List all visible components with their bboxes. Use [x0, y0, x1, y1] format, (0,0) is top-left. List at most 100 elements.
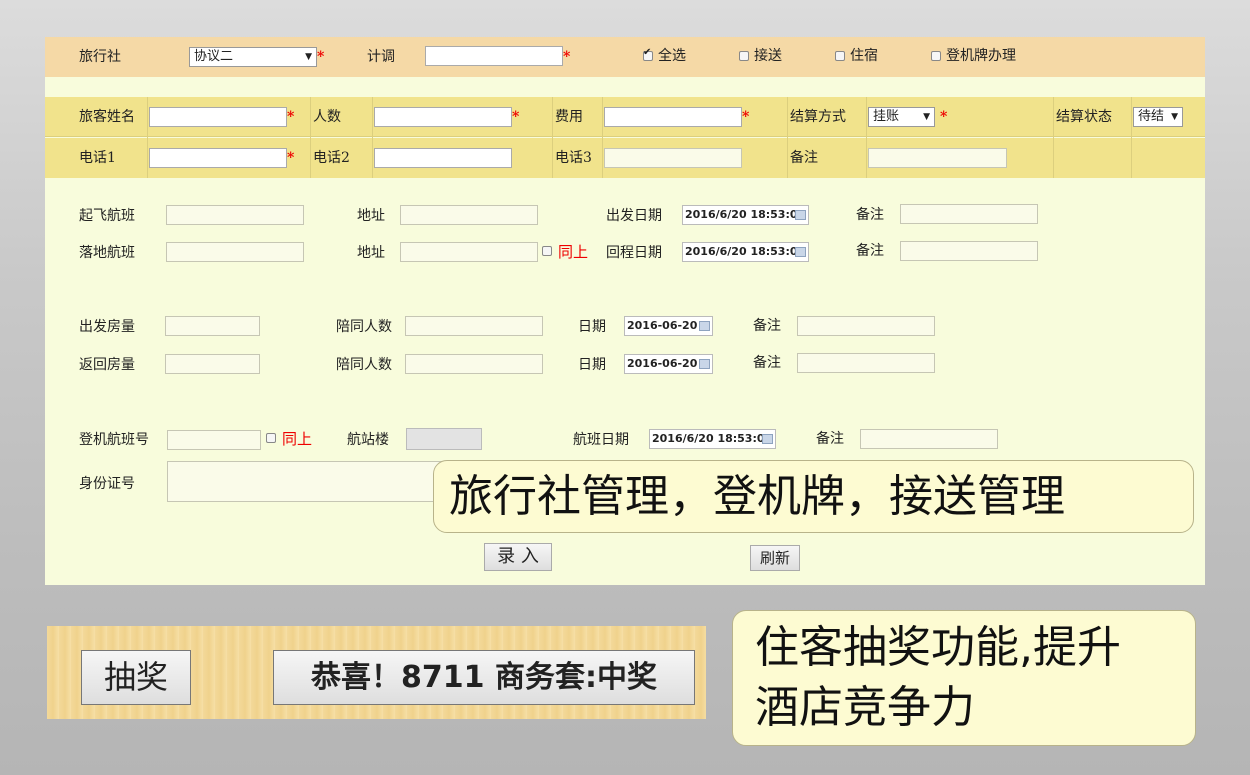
id-number-label: 身份证号: [79, 476, 135, 492]
calendar-icon[interactable]: [795, 210, 806, 220]
depart-flight-input[interactable]: [166, 205, 304, 225]
same-as-above-label: 同上: [558, 243, 589, 261]
return-remark-label: 备注: [856, 243, 884, 259]
phone2-input[interactable]: [374, 148, 512, 168]
return-room-date-value: 2016-06-20: [627, 357, 698, 370]
return-remark-input[interactable]: [900, 241, 1038, 261]
depart-address-input[interactable]: [400, 205, 538, 225]
refresh-button[interactable]: 刷新: [750, 545, 800, 571]
guest-remark-input[interactable]: [868, 148, 1007, 168]
draw-button[interactable]: 抽奖: [81, 650, 191, 705]
chevron-down-icon: ▼: [305, 52, 312, 62]
people-input[interactable]: [374, 107, 512, 127]
chevron-down-icon: ▼: [1171, 112, 1178, 122]
boarding-remark-input[interactable]: [860, 429, 998, 449]
land-address-input[interactable]: [400, 242, 538, 262]
submit-button[interactable]: 录 入: [484, 543, 552, 571]
boarding-flight-input[interactable]: [167, 430, 261, 450]
lottery-result-button[interactable]: 恭喜！8711 商务套:中奖: [273, 650, 695, 705]
same-as-above-checkbox[interactable]: [542, 246, 552, 256]
depart-date-label: 出发日期: [606, 208, 662, 224]
depart-room-remark-input[interactable]: [797, 316, 935, 336]
guest-name-input[interactable]: [149, 107, 287, 127]
boarding-flight-label: 登机航班号: [79, 432, 149, 448]
boarding-remark-label: 备注: [816, 431, 844, 447]
depart-room-date-field[interactable]: 2016-06-20: [624, 316, 713, 336]
feature-caption-bottom: 住客抽奖功能,提升 酒店竞争力: [732, 610, 1196, 746]
column-divider: [1053, 97, 1054, 178]
depart-address-label: 地址: [357, 208, 385, 224]
fee-input[interactable]: [604, 107, 742, 127]
boarding-same-checkbox[interactable]: [266, 433, 276, 443]
feature-caption-top: 旅行社管理，登机牌，接送管理: [433, 460, 1194, 533]
column-divider: [310, 97, 311, 178]
depart-room-date-value: 2016-06-20: [627, 319, 698, 332]
depart-room-date-label: 日期: [578, 319, 606, 335]
column-divider: [602, 97, 603, 178]
required-marker: *: [512, 109, 520, 125]
boarding-same-label: 同上: [282, 430, 313, 448]
pickup-checkbox[interactable]: [739, 51, 749, 61]
terminal-label: 航站楼: [347, 432, 389, 448]
agency-select-value: 协议二: [194, 49, 234, 64]
return-companions-label: 陪同人数: [336, 357, 392, 373]
people-label: 人数: [313, 109, 341, 125]
depart-date-value: 2016/6/20 18:53:02: [685, 208, 806, 221]
lodging-checkbox[interactable]: [835, 51, 845, 61]
plan-label: 计调: [367, 49, 395, 65]
agency-label: 旅行社: [79, 49, 121, 65]
flight-date-field[interactable]: 2016/6/20 18:53:02: [649, 429, 776, 449]
return-room-remark-input[interactable]: [797, 353, 935, 373]
return-date-field[interactable]: 2016/6/20 18:53:02: [682, 242, 809, 262]
return-rooms-input[interactable]: [165, 354, 260, 374]
settle-method-select[interactable]: 挂账 ▼: [868, 107, 935, 127]
depart-rooms-input[interactable]: [165, 316, 260, 336]
guest-name-label: 旅客姓名: [79, 109, 135, 125]
guest-remark-label: 备注: [790, 150, 818, 166]
phone3-input[interactable]: [604, 148, 742, 168]
required-marker: *: [287, 109, 295, 125]
settle-method-label: 结算方式: [790, 109, 846, 125]
depart-remark-input[interactable]: [900, 204, 1038, 224]
calendar-icon[interactable]: [795, 247, 806, 257]
fee-label: 费用: [555, 109, 583, 125]
agency-select[interactable]: 协议二 ▼: [189, 47, 317, 67]
boarding-checkbox[interactable]: [931, 51, 941, 61]
column-divider: [147, 97, 148, 178]
terminal-input[interactable]: [406, 428, 482, 450]
return-room-remark-label: 备注: [753, 355, 781, 371]
required-marker: *: [287, 150, 295, 166]
settle-status-label: 结算状态: [1056, 109, 1112, 125]
flight-date-label: 航班日期: [573, 432, 629, 448]
required-marker: *: [742, 109, 750, 125]
column-divider: [1131, 97, 1132, 178]
lodging-label: 住宿: [850, 48, 878, 64]
id-number-textarea[interactable]: [167, 461, 457, 502]
land-address-label: 地址: [357, 245, 385, 261]
select-all-label: 全选: [658, 48, 686, 64]
depart-room-remark-label: 备注: [753, 318, 781, 334]
calendar-icon[interactable]: [762, 434, 773, 444]
depart-companions-label: 陪同人数: [336, 319, 392, 335]
return-companions-input[interactable]: [405, 354, 543, 374]
select-all-checkbox[interactable]: [643, 47, 653, 61]
flight-date-value: 2016/6/20 18:53:02: [652, 432, 773, 445]
chevron-down-icon: ▼: [923, 112, 930, 122]
calendar-icon[interactable]: [699, 321, 710, 331]
depart-companions-input[interactable]: [405, 316, 543, 336]
settle-status-select[interactable]: 待结 ▼: [1133, 107, 1183, 127]
column-divider: [552, 97, 553, 178]
return-room-date-field[interactable]: 2016-06-20: [624, 354, 713, 374]
phone1-input[interactable]: [149, 148, 287, 168]
calendar-icon[interactable]: [699, 359, 710, 369]
depart-rooms-label: 出发房量: [79, 319, 135, 335]
required-marker: *: [940, 109, 948, 125]
plan-input[interactable]: [425, 46, 563, 66]
depart-remark-label: 备注: [856, 207, 884, 223]
depart-date-field[interactable]: 2016/6/20 18:53:02: [682, 205, 809, 225]
phone1-label: 电话1: [79, 150, 116, 166]
return-date-label: 回程日期: [606, 245, 662, 261]
land-flight-input[interactable]: [166, 242, 304, 262]
phone2-label: 电话2: [313, 150, 350, 166]
column-divider: [372, 97, 373, 178]
